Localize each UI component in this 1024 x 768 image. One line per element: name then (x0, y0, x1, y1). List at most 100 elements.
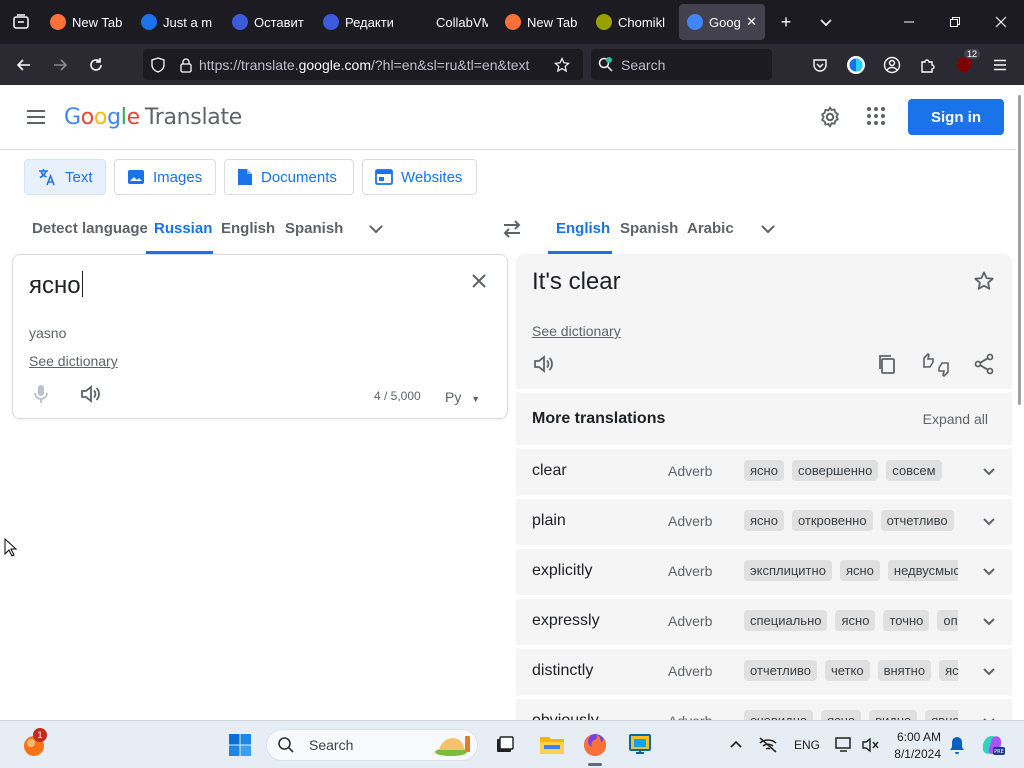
voice-input-button[interactable] (31, 383, 51, 410)
input-language-indicator[interactable]: ENG (794, 738, 820, 752)
browser-tab[interactable]: CollabVM Se (406, 4, 496, 40)
start-button[interactable] (224, 729, 256, 761)
copilot-button[interactable]: PRE (976, 729, 1008, 761)
back-translation-chip[interactable]: ясно (744, 510, 784, 531)
expand-all-button[interactable]: Expand all (923, 411, 988, 427)
back-translation-chip[interactable]: отчетливо (880, 510, 954, 531)
back-translation-chip[interactable]: точно (883, 610, 930, 631)
taskbar-remote-app[interactable] (624, 729, 656, 761)
browser-tab[interactable]: Chomikl (588, 4, 678, 40)
browser-tab[interactable]: Just a m (133, 4, 223, 40)
back-translation-chip[interactable]: ясно (744, 460, 784, 481)
translation-row[interactable]: expressly Adverb специально ясно точно опреде… (516, 599, 1012, 645)
sign-in-button[interactable]: Sign in (908, 99, 1004, 135)
back-translation-chip[interactable]: совсем (886, 460, 942, 481)
back-translation-chip[interactable]: четко (824, 660, 870, 681)
expand-row-button[interactable] (980, 563, 998, 586)
clock-date[interactable]: 8/1/2024 (889, 747, 941, 761)
restore-button[interactable] (932, 0, 978, 44)
source-see-dictionary-link[interactable]: See dictionary (29, 353, 118, 369)
notifications-button[interactable] (941, 729, 973, 761)
taskbar-search-box[interactable]: Search (266, 729, 478, 761)
task-view-button[interactable] (489, 729, 521, 761)
back-translation-chip[interactable]: откровенно (791, 510, 873, 531)
source-lang-more-button[interactable] (366, 219, 386, 244)
source-text-input[interactable]: ясно (29, 271, 83, 300)
back-translation-chip[interactable]: внятно (877, 660, 932, 681)
file-explorer-button[interactable] (536, 729, 568, 761)
mode-tab-text[interactable]: Text (24, 159, 106, 195)
rate-translation-button[interactable] (922, 352, 950, 382)
copy-translation-button[interactable] (876, 353, 898, 380)
pocket-button[interactable] (802, 44, 838, 85)
show-hidden-icons-button[interactable] (720, 729, 752, 761)
back-translation-chip[interactable]: отчетливо (744, 660, 817, 681)
translation-listen-button[interactable] (532, 353, 554, 380)
browser-tab[interactable]: Редакти (315, 4, 405, 40)
browser-tab[interactable]: New Tab (497, 4, 587, 40)
tab-overview-button[interactable] (0, 0, 42, 44)
expand-row-button[interactable] (980, 463, 998, 486)
source-listen-button[interactable] (79, 383, 101, 410)
save-translation-button[interactable] (973, 270, 995, 297)
swap-languages-button[interactable] (500, 218, 524, 245)
network-status-button[interactable] (752, 729, 784, 761)
clear-source-button[interactable] (469, 271, 489, 296)
translation-row[interactable]: explicitly Adverb эксплицитно ясно недвусмыс… (516, 549, 1012, 595)
url-text[interactable]: https://translate.google.com/?hl=en&sl=r… (199, 57, 544, 73)
back-translation-chip[interactable]: определенно (937, 610, 958, 631)
scrollbar-thumb[interactable] (1018, 95, 1021, 405)
translation-row[interactable]: distinctly Adverb отчетливо четко внятно ясно (516, 649, 1012, 695)
target-lang-more-button[interactable] (758, 219, 778, 244)
expand-row-button[interactable] (980, 513, 998, 536)
back-translation-chip[interactable]: ясно (939, 660, 958, 681)
app-menu-button[interactable] (982, 44, 1018, 85)
target-lang-english[interactable]: English (556, 220, 610, 237)
back-translation-chip[interactable]: ясно (839, 560, 880, 581)
main-menu-button[interactable] (24, 105, 48, 134)
google-apps-button[interactable] (865, 105, 887, 132)
browser-tab[interactable]: Goog ✕ (679, 4, 765, 40)
page-scrollbar[interactable] (1016, 85, 1024, 720)
address-bar[interactable]: https://translate.google.com/?hl=en&sl=r… (143, 49, 583, 80)
clock-time[interactable]: 6:00 AM (893, 730, 941, 744)
web-search-bar[interactable]: Search (591, 49, 772, 80)
browser-tab[interactable]: New Tab (42, 4, 132, 40)
expand-row-button[interactable] (980, 663, 998, 686)
back-translation-chip[interactable]: специально (744, 610, 828, 631)
input-tools-button[interactable]: Ру ▼ (445, 389, 480, 405)
minimize-button[interactable] (886, 0, 932, 44)
source-lang-spanish[interactable]: Spanish (285, 220, 343, 237)
mode-tab-documents[interactable]: Documents (224, 159, 354, 195)
back-translation-chip[interactable]: совершенно (791, 460, 879, 481)
ublock-extension-button[interactable]: 12 (946, 44, 982, 85)
close-window-button[interactable] (978, 0, 1024, 44)
share-translation-button[interactable] (973, 353, 995, 380)
target-see-dictionary-link[interactable]: See dictionary (532, 323, 621, 339)
target-lang-spanish[interactable]: Spanish (620, 220, 678, 237)
account-button[interactable] (874, 44, 910, 85)
volume-button[interactable] (855, 729, 887, 761)
mode-tab-websites[interactable]: Websites (362, 159, 477, 195)
source-lang-english[interactable]: English (221, 220, 275, 237)
list-all-tabs-button[interactable] (806, 0, 846, 44)
settings-button[interactable] (818, 105, 842, 134)
lock-icon[interactable] (173, 57, 199, 73)
source-lang-russian[interactable]: Russian (154, 220, 212, 237)
bookmark-star-button[interactable] (544, 56, 580, 73)
back-translation-chip[interactable]: ясно (835, 610, 876, 631)
extensions-button[interactable] (910, 44, 946, 85)
close-tab-icon[interactable]: ✕ (746, 14, 757, 30)
taskbar-firefox[interactable] (579, 729, 611, 761)
target-lang-arabic[interactable]: Arabic (687, 220, 734, 237)
expand-row-button[interactable] (980, 613, 998, 636)
shield-icon[interactable] (143, 56, 173, 73)
source-lang-detect[interactable]: Detect language (32, 220, 148, 237)
browser-tab[interactable]: Оставит (224, 4, 314, 40)
back-translation-chip[interactable]: эксплицитно (744, 560, 832, 581)
new-tab-button[interactable]: + (766, 0, 806, 44)
translation-row[interactable]: clear Adverb ясно совершенно совсем (516, 449, 1012, 495)
back-button[interactable] (6, 49, 42, 81)
forward-button[interactable] (42, 49, 78, 81)
mode-tab-images[interactable]: Images (114, 159, 216, 195)
